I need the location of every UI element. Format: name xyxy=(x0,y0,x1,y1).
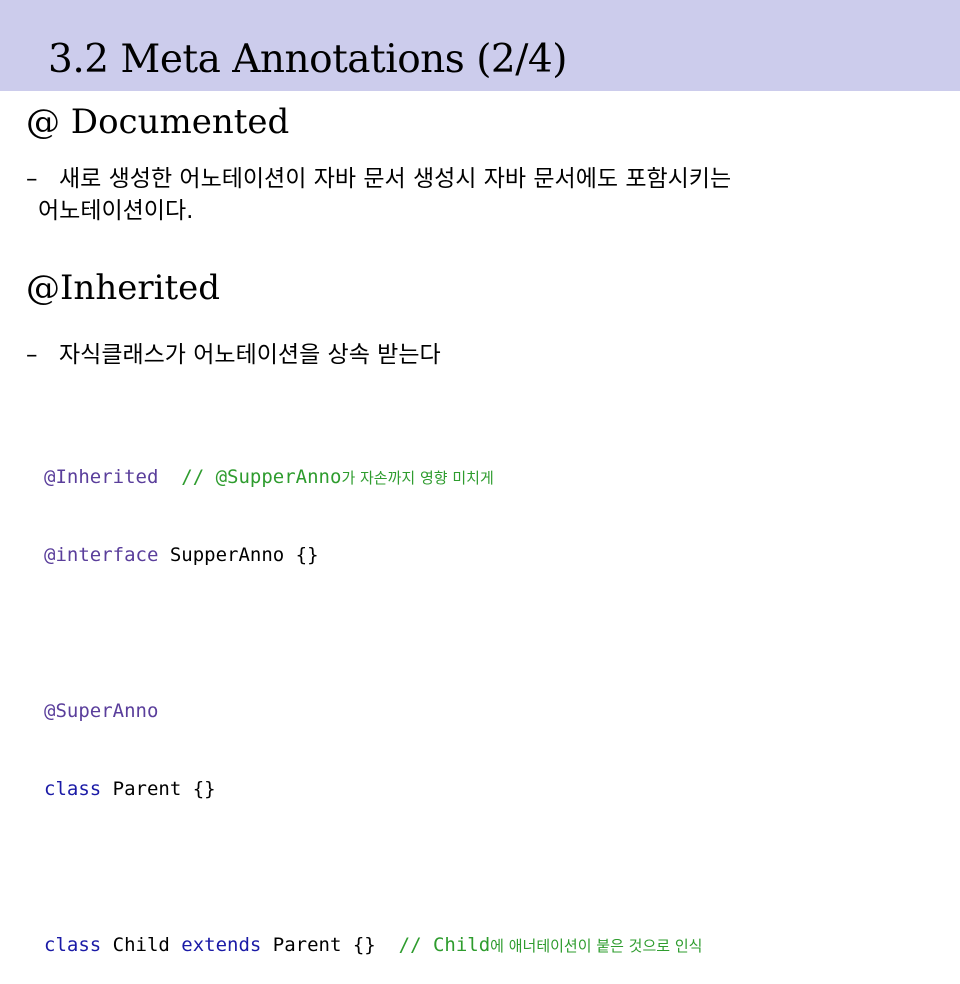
code-block: @Inherited // @SupperAnno가 자손까지 영향 미치게 @… xyxy=(44,412,702,984)
bullet-dash: – xyxy=(26,166,38,192)
slide-title: 3.2 Meta Annotations (2/4) xyxy=(48,37,567,82)
code-keyword: class xyxy=(44,934,102,956)
code-keyword: class xyxy=(44,778,102,800)
code-text: SupperAnno {} xyxy=(158,544,319,566)
bullet-documented-line2: 어노테이션이다. xyxy=(38,198,194,224)
code-line-4: @SuperAnno xyxy=(44,698,702,724)
code-text: Parent {} xyxy=(101,778,216,800)
code-annotation: @Inherited xyxy=(44,466,159,488)
bullet-documented: – 새로 생성한 어노테이션이 자바 문서 생성시 자바 문서에도 포함시키는 xyxy=(26,163,731,195)
code-line-5: class Parent {} xyxy=(44,776,702,802)
code-comment: // @SupperAnno xyxy=(181,466,342,488)
code-line-2: @interface SupperAnno {} xyxy=(44,542,702,568)
code-comment: // Child xyxy=(398,934,491,956)
bullet-inherited-line1: 자식클래스가 어노테이션을 상속 받는다 xyxy=(59,342,441,368)
code-text: Child xyxy=(101,934,182,956)
bullet-dash: – xyxy=(26,342,38,368)
heading-inherited: @Inherited xyxy=(26,268,221,308)
code-annotation: @SuperAnno xyxy=(44,700,159,722)
code-comment-kr: 에 애너테이션이 붙은 것으로 인식 xyxy=(490,937,703,955)
code-keyword: extends xyxy=(181,934,262,956)
code-comment-kr: 가 자손까지 영향 미치게 xyxy=(341,469,494,487)
code-text: Parent {} xyxy=(261,934,376,956)
bullet-documented-line1: 새로 생성한 어노테이션이 자바 문서 생성시 자바 문서에도 포함시키는 xyxy=(59,166,732,192)
code-line-1: @Inherited // @SupperAnno가 자손까지 영향 미치게 xyxy=(44,464,702,490)
heading-documented: @ Documented xyxy=(26,102,290,142)
bullet-inherited: – 자식클래스가 어노테이션을 상속 받는다 xyxy=(26,339,441,371)
code-line-7: class Child extends Parent {} // Child에 … xyxy=(44,932,702,958)
code-keyword: @interface xyxy=(44,544,159,566)
